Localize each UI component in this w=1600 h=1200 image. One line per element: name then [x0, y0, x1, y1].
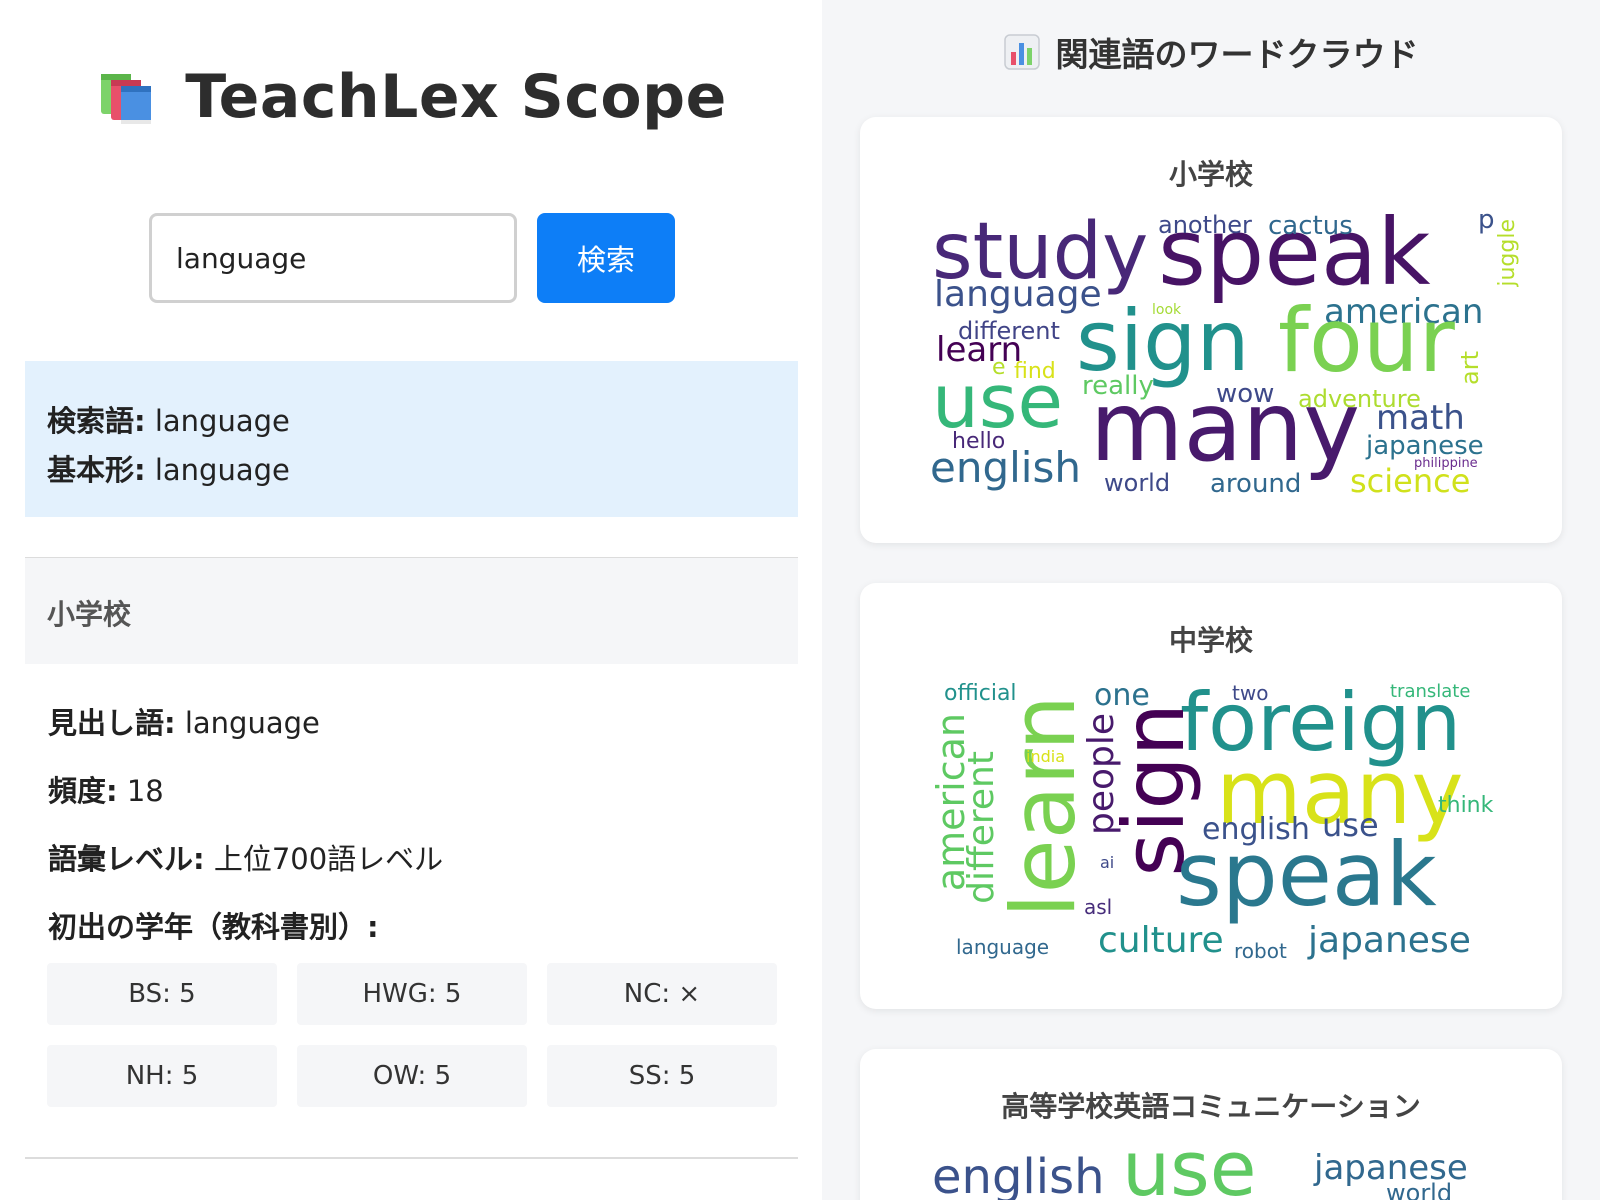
cloud-word: another: [1158, 211, 1252, 239]
cloud-word: india: [1026, 747, 1065, 766]
cloud-word: japanese: [1308, 920, 1471, 961]
cloud-word: art: [1456, 351, 1484, 385]
cloud-word: robot: [1234, 939, 1287, 963]
wordcloud-heading-text: 関連語のワードクラウド: [1055, 35, 1419, 74]
section-title: 小学校: [25, 558, 798, 664]
cloud-word: culture: [1098, 920, 1224, 961]
wordcloud-high-school: english use japanese world: [860, 1049, 1562, 1200]
grade-cell: NC: ×: [547, 963, 777, 1025]
search-button[interactable]: 検索: [537, 213, 675, 303]
vocab-level-value: 上位700語レベル: [204, 842, 444, 876]
wordcloud-card-elementary: 小学校 study speak another cactus p juggle …: [860, 117, 1562, 543]
grade-cell: SS: 5: [547, 1045, 777, 1107]
base-form-line: 基本形: language: [47, 446, 776, 495]
frequency-label: 頻度:: [48, 774, 118, 808]
cloud-word: world: [1104, 469, 1171, 497]
cloud-word: use: [932, 359, 1063, 445]
cloud-word: around: [1210, 469, 1302, 499]
cloud-word: english: [932, 1149, 1105, 1200]
cloud-word: juggle: [1495, 219, 1520, 287]
cloud-word: p: [1478, 205, 1495, 235]
wordcloud-junior-high: official one two translate foreign ameri…: [860, 583, 1562, 1009]
vocab-level-line: 語彙レベル: 上位700語レベル: [48, 836, 443, 878]
wordcloud-card-high-school: 高等学校英語コミュニケーション english use japanese wor…: [860, 1049, 1562, 1200]
query-label: 検索語:: [47, 404, 146, 438]
headword-value: language: [175, 706, 320, 740]
grade-cell: NH: 5: [47, 1045, 277, 1107]
wordcloud-card-junior-high: 中学校 official one two translate foreign a…: [860, 583, 1562, 1009]
bar-chart-icon: [1003, 34, 1040, 70]
app-header: TeachLex Scope: [0, 62, 822, 132]
left-panel: TeachLex Scope 検索 検索語: language 基本形: lan…: [0, 0, 822, 1200]
cloud-word: world: [1386, 1179, 1453, 1200]
search-bar: 検索: [149, 213, 675, 303]
app-title: TeachLex Scope: [185, 62, 727, 132]
cloud-word: use: [1122, 1124, 1257, 1200]
cloud-word: asl: [1084, 895, 1113, 919]
cloud-word: different: [961, 751, 1002, 904]
headword-label: 見出し語:: [48, 706, 176, 740]
grade-cell: HWG: 5: [297, 963, 527, 1025]
frequency-line: 頻度: 18: [48, 768, 164, 810]
frequency-value: 18: [117, 774, 164, 808]
grade-cell: BS: 5: [47, 963, 277, 1025]
cloud-word: many: [1090, 371, 1360, 483]
query-value: language: [145, 404, 290, 438]
cloud-word: speak: [1176, 823, 1437, 926]
cloud-word: cactus: [1268, 211, 1353, 241]
divider: [25, 1157, 798, 1159]
headword-line: 見出し語: language: [48, 700, 320, 742]
query-line: 検索語: language: [47, 397, 776, 446]
cloud-word: ai: [1100, 853, 1115, 872]
cloud-word: learn: [992, 695, 1095, 918]
cloud-word: math: [1376, 398, 1465, 438]
base-form-label: 基本形:: [47, 453, 146, 487]
cloud-word: science: [1350, 462, 1471, 500]
search-result-box: 検索語: language 基本形: language: [25, 361, 798, 517]
search-input[interactable]: [149, 213, 517, 303]
first-grade-heading: 初出の学年（教科書別）:: [48, 910, 379, 944]
wordcloud-panel[interactable]: 関連語のワードクラウド 小学校 study speak another cact…: [822, 0, 1600, 1200]
cloud-word: english: [930, 443, 1081, 492]
wordcloud-elementary: study speak another cactus p juggle lang…: [860, 117, 1562, 543]
wordcloud-heading: 関連語のワードクラウド: [822, 28, 1600, 76]
grade-cell: OW: 5: [297, 1045, 527, 1107]
cloud-word: think: [1438, 793, 1494, 818]
base-form-value: language: [145, 453, 290, 487]
books-icon: [95, 66, 157, 128]
grade-grid: BS: 5 HWG: 5 NC: × NH: 5 OW: 5 SS: 5: [47, 963, 777, 1107]
cloud-word: language: [956, 935, 1050, 959]
vocab-level-label: 語彙レベル:: [48, 842, 205, 876]
